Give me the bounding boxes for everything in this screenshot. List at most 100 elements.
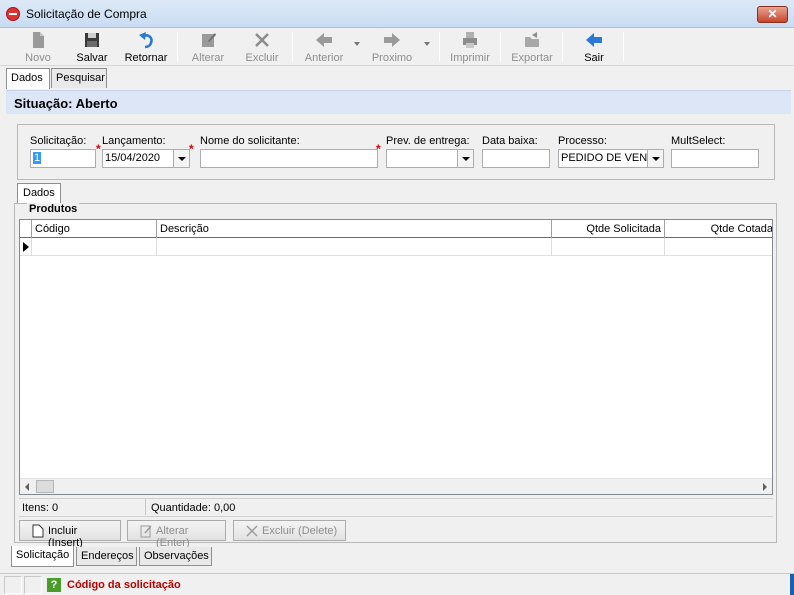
scroll-thumb[interactable] bbox=[36, 480, 54, 493]
solicitacao-label: Solicitação: bbox=[30, 135, 87, 147]
anterior-label: Anterior bbox=[304, 52, 344, 64]
cell-qtde-cotada[interactable] bbox=[665, 238, 772, 256]
status-accent-bar bbox=[790, 574, 794, 595]
toolbar-separator bbox=[439, 32, 440, 62]
processo-select[interactable]: PEDIDO DE VEN bbox=[558, 149, 664, 168]
toolbar: Novo Salvar Retornar Alterar Excluir Ant… bbox=[0, 28, 794, 66]
itens-count: Itens: 0 bbox=[22, 502, 59, 514]
column-codigo[interactable]: Código bbox=[32, 220, 157, 238]
close-button[interactable]: ✕ bbox=[757, 6, 788, 23]
help-icon: ? bbox=[47, 578, 61, 592]
retornar-label: Retornar bbox=[124, 52, 168, 64]
cell-codigo[interactable] bbox=[32, 238, 157, 256]
proximo-dropdown-icon[interactable] bbox=[424, 42, 430, 46]
novo-label: Novo bbox=[25, 52, 51, 64]
multselect-input[interactable] bbox=[671, 149, 759, 168]
status-pane bbox=[24, 576, 42, 594]
toolbar-separator bbox=[562, 32, 563, 62]
column-qtde-solicitada[interactable]: Qtde Solicitada bbox=[552, 220, 665, 238]
edit-item-icon bbox=[140, 524, 152, 538]
tab-pesquisar[interactable]: Pesquisar bbox=[51, 68, 107, 88]
column-qtde-cotada[interactable]: Qtde Cotada bbox=[665, 220, 772, 238]
current-row-icon bbox=[23, 242, 29, 252]
status-pane bbox=[4, 576, 22, 594]
summary-divider bbox=[145, 499, 146, 515]
undo-icon bbox=[137, 31, 155, 49]
tab-observacoes[interactable]: Observações bbox=[139, 547, 212, 566]
exit-arrow-icon bbox=[585, 31, 603, 49]
scroll-left-icon[interactable] bbox=[25, 483, 29, 491]
cell-qtde-solicitada[interactable] bbox=[552, 238, 665, 256]
status-header: Situação: Aberto bbox=[6, 90, 791, 114]
excluir-item-label: Excluir (Delete) bbox=[262, 525, 338, 537]
row-indicator-cell bbox=[20, 238, 32, 256]
processo-label: Processo: bbox=[558, 135, 607, 147]
lancamento-value: 15/04/2020 bbox=[105, 152, 161, 164]
sair-button[interactable]: Sair bbox=[576, 29, 612, 65]
alterar-item-label: Alterar (Enter) bbox=[156, 525, 190, 549]
imprimir-label: Imprimir bbox=[450, 52, 490, 64]
horizontal-scrollbar[interactable] bbox=[20, 478, 772, 494]
table-row[interactable] bbox=[20, 238, 772, 256]
save-icon bbox=[83, 31, 101, 49]
lancamento-dropdown-button[interactable] bbox=[173, 150, 189, 167]
printer-icon bbox=[461, 31, 479, 49]
data-baixa-input[interactable] bbox=[482, 149, 550, 168]
lancamento-date-field[interactable]: 15/04/2020 bbox=[102, 149, 190, 168]
data-baixa-label: Data baixa: bbox=[482, 135, 538, 147]
grid-indicator-header bbox=[20, 220, 32, 238]
nome-solicitante-input[interactable] bbox=[200, 149, 378, 168]
imprimir-button[interactable]: Imprimir bbox=[449, 29, 491, 65]
status-bar: ? Código da solicitação bbox=[0, 573, 794, 595]
novo-button[interactable]: Novo bbox=[18, 29, 58, 65]
column-descricao[interactable]: Descrição bbox=[157, 220, 552, 238]
excluir-button[interactable]: Excluir bbox=[241, 29, 283, 65]
situacao-text: Situação: Aberto bbox=[14, 96, 118, 111]
scroll-right-icon[interactable] bbox=[763, 483, 767, 491]
cell-descricao[interactable] bbox=[157, 238, 552, 256]
quantidade-total: Quantidade: 0,00 bbox=[151, 502, 236, 514]
produtos-group: Produtos Código Descrição Qtde Solicitad… bbox=[14, 203, 777, 549]
retornar-button[interactable]: Retornar bbox=[122, 29, 170, 65]
prev-entrega-dropdown-button[interactable] bbox=[457, 150, 473, 167]
header-form: Solicitação: 1 * Lançamento: 15/04/2020 … bbox=[17, 124, 775, 180]
processo-dropdown-button[interactable] bbox=[647, 150, 663, 167]
exportar-label: Exportar bbox=[511, 52, 553, 64]
tab-solicitacao[interactable]: Solicitação bbox=[11, 546, 74, 567]
solicitacao-input[interactable]: 1 bbox=[30, 149, 96, 168]
proximo-button[interactable]: Proximo bbox=[370, 29, 414, 65]
toolbar-separator bbox=[292, 32, 293, 62]
produtos-grid[interactable]: Código Descrição Qtde Solicitada Qtde Co… bbox=[19, 219, 773, 495]
alterar-button[interactable]: Alterar bbox=[188, 29, 228, 65]
app-icon bbox=[6, 7, 20, 21]
edit-icon bbox=[199, 31, 217, 49]
tab-dados-produtos[interactable]: Dados bbox=[17, 183, 61, 203]
toolbar-separator bbox=[623, 32, 624, 62]
solicitacao-value: 1 bbox=[33, 152, 42, 164]
grid-summary: Itens: 0 Quantidade: 0,00 bbox=[19, 498, 773, 515]
alterar-item-button[interactable]: Alterar (Enter) bbox=[127, 520, 226, 549]
anterior-button[interactable]: Anterior bbox=[300, 29, 348, 65]
alterar-label: Alterar bbox=[191, 52, 225, 64]
new-document-icon bbox=[29, 31, 47, 49]
sair-label: Sair bbox=[584, 52, 604, 64]
delete-icon bbox=[253, 31, 271, 49]
produtos-title: Produtos bbox=[27, 203, 80, 215]
grid-action-bar: Incluir (Insert) Alterar (Enter) Excluir… bbox=[19, 516, 773, 549]
salvar-button[interactable]: Salvar bbox=[71, 29, 113, 65]
arrow-right-icon bbox=[383, 31, 401, 49]
proximo-label: Proximo bbox=[371, 52, 413, 64]
exportar-button[interactable]: Exportar bbox=[509, 29, 555, 65]
new-item-icon bbox=[32, 524, 44, 538]
prev-entrega-date-field[interactable] bbox=[386, 149, 474, 168]
required-marker: * bbox=[96, 142, 101, 156]
incluir-button[interactable]: Incluir (Insert) bbox=[19, 520, 121, 549]
toolbar-separator bbox=[500, 32, 501, 62]
excluir-label: Excluir bbox=[245, 52, 279, 64]
tab-enderecos[interactable]: Endereços bbox=[76, 547, 137, 566]
excluir-item-button[interactable]: Excluir (Delete) bbox=[233, 520, 346, 541]
anterior-dropdown-icon[interactable] bbox=[354, 42, 360, 46]
tab-dados[interactable]: Dados bbox=[6, 68, 50, 89]
multselect-label: MultSelect: bbox=[671, 135, 726, 147]
status-message: Código da solicitação bbox=[67, 579, 181, 591]
